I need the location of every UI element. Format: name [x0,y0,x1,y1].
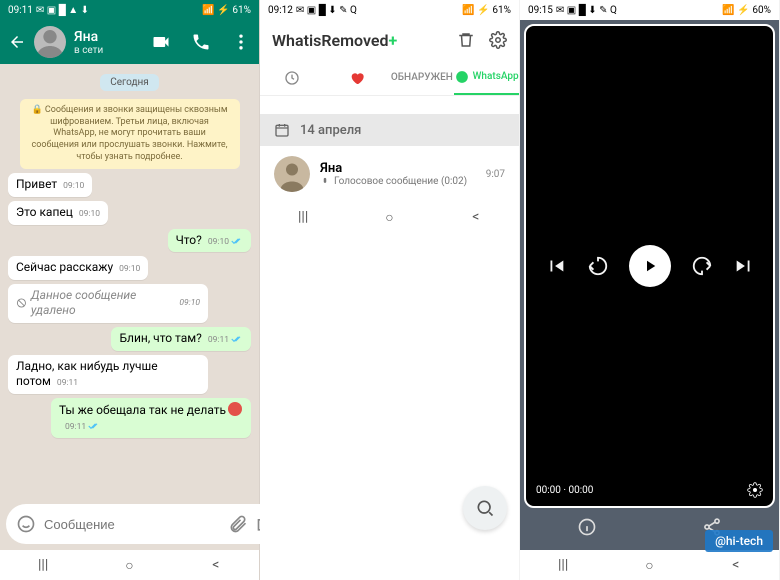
message-input[interactable] [44,517,220,532]
contact-avatar[interactable] [34,26,66,58]
contact-status: в сети [74,45,131,56]
message-input-box[interactable] [6,504,286,544]
item-avatar [274,156,310,192]
message-in[interactable]: Ладно, как нибудь лучше потом09:11 [8,355,208,394]
mic-small-icon [320,177,330,187]
nav-home[interactable]: ○ [120,557,138,574]
nav-home[interactable]: ○ [380,209,398,226]
message-out[interactable]: Блин, что там?09:11 [111,327,251,351]
nav-back[interactable]: < [727,557,745,573]
tabs: ОБНАРУЖЕН WhatsApp [260,60,519,96]
back-icon[interactable] [8,33,26,51]
trash-icon[interactable] [457,31,475,49]
settings-icon[interactable] [489,31,507,49]
status-battery: 61% [492,5,511,16]
recovered-item[interactable]: Яна Голосовое сообщение (0:02) 9:07 [260,146,519,202]
item-body: Яна Голосовое сообщение (0:02) [320,161,476,187]
heart-icon [349,70,365,86]
message-in[interactable]: Привет09:10 [8,173,92,197]
chat-area: Сегодня 🔒 Сообщения и звонки защищены ск… [0,64,259,498]
encryption-notice[interactable]: 🔒 Сообщения и звонки защищены сквозным ш… [20,99,240,169]
play-button[interactable] [629,245,671,287]
emoji-icon[interactable] [16,514,36,534]
nav-back[interactable]: < [207,557,225,573]
item-time: 9:07 [486,169,505,180]
forward-icon[interactable] [691,255,713,277]
history-icon [284,70,300,86]
status-icons-left: ✉ ▣ █ ▲ ⬇ [36,5,89,16]
date-header: 14 апреля [260,114,519,146]
status-bar: 09:11 ✉ ▣ █ ▲ ⬇ 📶 ⚡61% [0,0,259,20]
next-icon[interactable] [733,255,755,277]
prev-icon[interactable] [545,255,567,277]
deleted-icon [16,297,27,309]
search-icon [475,498,495,518]
nav-recent[interactable]: ||| [34,557,52,573]
tab-detected[interactable]: ОБНАРУЖЕН [390,60,455,95]
status-bar: 09:15 ✉ ▣ █ ⬇ ✎ Q 📶 ⚡60% [520,0,779,20]
watermark: @hi-tech [705,530,773,552]
message-deleted[interactable]: Данное сообщение удалено09:10 [8,284,208,323]
voice-call-icon[interactable] [191,32,211,52]
play-icon [641,257,659,275]
search-fab[interactable] [463,486,507,530]
video-call-icon[interactable] [151,32,171,52]
phone-video: 09:15 ✉ ▣ █ ⬇ ✎ Q 📶 ⚡60% 00:00 · 00:00 @… [520,0,780,580]
video-settings-icon[interactable] [747,482,763,498]
video-area: 00:00 · 00:00 [520,20,779,550]
attach-icon[interactable] [228,514,248,534]
message-in[interactable]: Это капец09:10 [8,201,108,225]
read-ticks-icon [231,335,243,343]
tab-history[interactable] [260,60,325,95]
tab-whatsapp[interactable]: WhatsApp [454,60,519,95]
video-controls [545,245,755,287]
status-bar: 09:12 ✉ ▣ █ ⬇ ✎ Q 📶 ⚡61% [260,0,519,20]
video-frame[interactable]: 00:00 · 00:00 [524,24,775,508]
angry-emoji-icon [228,402,242,416]
tab-favorites[interactable] [325,60,390,95]
read-ticks-icon [88,422,100,430]
app-header: WhatisRemoved+ [260,20,519,60]
status-battery: 60% [752,5,771,16]
nav-back[interactable]: < [467,209,485,225]
message-out[interactable]: Что?09:10 [168,229,251,253]
date-separator: Сегодня [100,74,159,91]
nav-bar: ||| ○ < [0,550,259,580]
contact-info[interactable]: Яна в сети [74,29,131,56]
app-title: WhatisRemoved+ [272,31,397,50]
whatsapp-icon [455,70,469,84]
plus-icon: + [388,31,397,50]
nav-bar: ||| ○ < [260,202,519,232]
status-time: 09:12 [268,5,293,16]
message-out[interactable]: Ты же обещала так не делать09:11 [51,398,251,438]
video-bottom-bar: 00:00 · 00:00 [536,482,763,498]
status-battery: 61% [232,5,251,16]
input-bar [0,498,259,550]
contact-name: Яна [74,29,131,45]
chat-header: Яна в сети [0,20,259,64]
rewind-icon[interactable] [587,255,609,277]
calendar-icon [274,122,290,138]
phone-whatsapp: 09:11 ✉ ▣ █ ▲ ⬇ 📶 ⚡61% Яна в сети Сегодн… [0,0,260,580]
info-icon[interactable] [577,517,597,537]
message-in[interactable]: Сейчас расскажу09:10 [8,256,148,280]
nav-bar: ||| ○ < [520,550,779,580]
nav-recent[interactable]: ||| [554,557,572,573]
status-time: 09:15 [528,5,553,16]
phone-whatisremoved: 09:12 ✉ ▣ █ ⬇ ✎ Q 📶 ⚡61% WhatisRemoved+ … [260,0,520,580]
more-icon[interactable] [231,32,251,52]
item-name: Яна [320,161,476,176]
nav-home[interactable]: ○ [640,557,658,574]
nav-recent[interactable]: ||| [294,209,312,225]
item-subtitle: Голосовое сообщение (0:02) [320,176,476,187]
video-time: 00:00 · 00:00 [536,485,593,496]
read-ticks-icon [231,237,243,245]
status-time: 09:11 [8,5,33,16]
status-icons-right: 📶 ⚡ [202,5,229,16]
